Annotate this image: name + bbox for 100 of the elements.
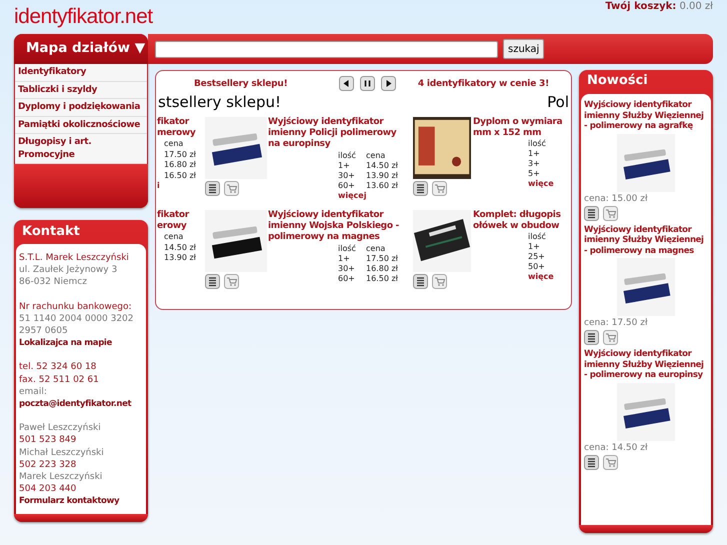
product-title[interactable]: Dyplom o wymiara [473,117,562,128]
price-value: 13.90 zł [366,171,399,181]
price-value: 17.50 zł [366,254,399,264]
quantity-header: ilość [338,244,357,254]
contact-text: tel. 52 324 60 18 [19,361,98,374]
category-link[interactable]: Tabliczki i szyldy [15,82,147,99]
price-header: cena [163,139,184,150]
photo-placeholder [413,210,471,272]
quantity-value: 3+ [528,159,541,169]
contact-text: Nr rachunku bankowego: [19,300,133,313]
menu-title: Mapa działów ▼ [14,34,148,64]
product-title[interactable]: Wyjściowy identyfikator imienny Służby Więziennej - polimerowy na agrafkę [584,100,708,132]
product-price: cena: 14.50 zł [584,442,649,452]
contact-text: ul. Zaułek Jeżynowy 3 [19,264,118,276]
contact-text: 502 223 328 [19,458,78,472]
list-icon[interactable] [584,206,599,220]
cart-label: Twój koszyk: [605,1,676,12]
price-header: cena [163,232,184,242]
category-link[interactable]: Dyplomy i podziękowania [15,99,147,116]
previous-icon[interactable] [339,76,354,91]
product-price: cena: 17.50 zł [584,318,649,328]
carousel-tab[interactable]: Bestsellery sklepu! [194,78,288,88]
quantity-value: 1+ [528,149,541,159]
price-value: 14.50 zł [163,242,197,253]
quantity-header: ilość [528,139,547,149]
search-field[interactable] [155,40,498,58]
contact-link[interactable]: Formularz kontaktowy [19,495,120,508]
category-link[interactable]: Pamiątki okolicznościowe [15,116,147,134]
site-logo[interactable]: identyfikator.net [14,4,153,30]
contact-text: fax. 52 511 02 61 [19,374,100,386]
quantity-value: 1+ [528,242,541,252]
search-button[interactable]: szukaj [503,39,544,59]
quantity-value: 5+ [528,169,541,179]
product-price: cena: 15.00 zł [584,194,649,204]
contact-text: Marek Leszczyński [19,471,104,484]
price-header: cena [366,244,386,254]
list-icon[interactable] [413,274,428,289]
more-link[interactable]: i [157,181,205,191]
photo-placeholder [617,134,675,192]
quantity-value: 60+ [338,181,356,191]
slide-heading: Pol [547,93,569,113]
contact-text: email: [19,386,48,398]
price-value: 17.50 zł [163,150,197,160]
price-value: 16.50 zł [366,274,399,284]
photo-placeholder [205,210,267,272]
next-icon[interactable] [381,76,396,91]
product-title[interactable]: Wyjściowy identyfikator imienny Policji polimerowy na europinsy [268,117,410,150]
slide-heading: stsellery sklepu! [158,93,282,113]
contact-text: Paweł Leszczyński [19,422,102,434]
quantity-header: ilość [528,232,547,242]
list-icon[interactable] [205,274,220,289]
photo-placeholder [205,117,267,179]
more-link[interactable]: więce [528,272,561,282]
product-title[interactable]: ołówek w obudow [473,221,561,232]
quantity-value: 60+ [338,274,356,284]
price-value: 14.50 zł [366,161,399,171]
contact-text: Michał Leszczyński [19,446,105,459]
photo-placeholder [617,258,675,316]
contact-text: 51 1140 2004 0000 3202 2957 0605 [19,312,135,338]
contact-text: 501 523 849 [19,434,78,447]
quantity-value: 50+ [528,262,546,272]
category-link[interactable]: Identyfikatory [15,64,147,82]
news-title: Nowości [586,72,649,90]
price-value: 13.60 zł [366,181,399,191]
more-link[interactable]: więce [528,179,562,189]
list-icon[interactable] [584,454,599,470]
price-value: 16.50 zł [163,170,197,181]
quantity-value: 25+ [528,252,546,262]
contact-text: 504 203 440 [19,483,78,496]
more-link[interactable]: więcej [338,191,410,201]
contact-text: 86-032 Niemcz [19,276,88,289]
photo-placeholder [413,117,471,179]
quantity-header: ilość [338,151,357,161]
contact-title: Kontakt [21,223,81,241]
list-icon[interactable] [584,330,599,345]
quantity-value: 30+ [338,171,356,181]
quantity-value: 30+ [338,264,356,274]
product-title[interactable]: fikator [157,117,205,128]
price-value: 16.80 zł [366,264,399,274]
product-title[interactable]: fikator [157,210,205,221]
product-title[interactable]: Komplet: długopis [473,210,561,221]
quantity-value: 1+ [338,254,351,264]
list-icon[interactable] [205,181,220,196]
product-title[interactable]: Wyjściowy identyfikator imienny Służby Więziennej - polimerowy na magnes [584,224,708,256]
category-link[interactable]: Długopisy i art. Promocyjne [15,134,147,164]
price-value: 13.90 zł [163,253,197,264]
price-header: cena [366,151,386,161]
product-title[interactable]: Wyjściowy identyfikator imienny Służby Więziennej - polimerowy na europinsy [584,349,708,380]
contact-link[interactable]: poczta@identyfikator.net [19,398,132,410]
product-title[interactable]: erowy [157,221,205,232]
quantity-value: 1+ [338,161,351,171]
product-title[interactable]: mm x 152 mm [473,128,562,139]
product-title[interactable]: merowy [157,128,205,139]
list-icon[interactable] [413,181,428,196]
contact-text: S.T.L. Marek Leszczyński [19,252,130,264]
pause-icon[interactable] [360,76,376,91]
photo-placeholder [617,382,675,440]
carousel-tab[interactable]: 4 identyfikatory w cenie 3! [418,78,549,88]
contact-link[interactable]: Lokalizajca na mapie [19,337,112,350]
product-title[interactable]: Wyjściowy identyfikator imienny Wojska Polskiego - polimerowy na magnes [268,210,410,243]
